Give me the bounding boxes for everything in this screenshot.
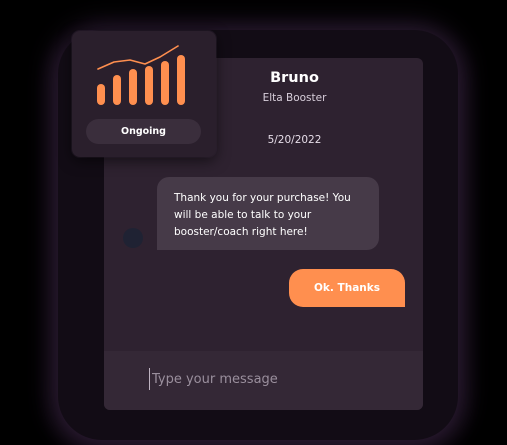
message-composer [104, 351, 423, 410]
chat-widget-stage: Bruno Elta Booster 5/20/2022 Thank you f… [0, 0, 507, 445]
chart-bar [113, 75, 121, 105]
chart-bar [97, 84, 105, 105]
chart-bar [129, 69, 137, 105]
bar-chart-trend-icon [97, 45, 185, 105]
incoming-message-bubble: Thank you for your purchase! You will be… [157, 177, 379, 250]
outgoing-message-bubble: Ok. Thanks [289, 269, 405, 307]
outgoing-message-text: Ok. Thanks [314, 282, 380, 294]
chart-bar [161, 61, 169, 105]
chart-bar [177, 55, 185, 105]
incoming-message-text: Thank you for your purchase! You will be… [174, 192, 351, 238]
status-label: Ongoing [121, 126, 166, 137]
message-input[interactable] [149, 368, 399, 390]
status-card: Ongoing [72, 31, 216, 157]
sender-avatar [123, 228, 143, 248]
chart-bar [145, 66, 153, 105]
status-badge: Ongoing [86, 119, 201, 144]
